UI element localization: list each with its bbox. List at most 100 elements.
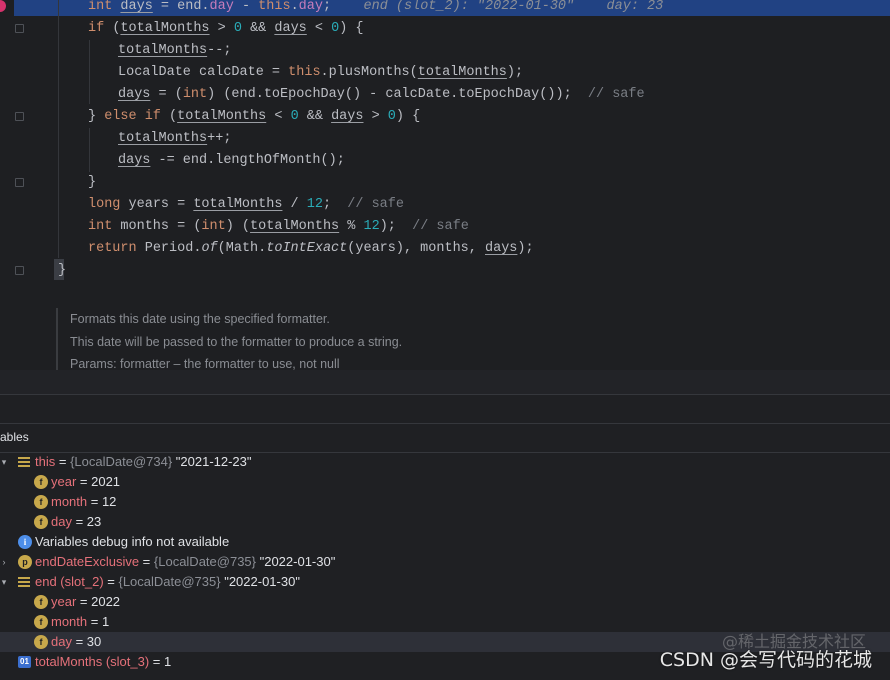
code-line[interactable]: LocalDate calcDate = this.plusMonths(tot… <box>118 62 523 84</box>
variable-value: = <box>55 454 71 469</box>
variable-type: {LocalDate@734} <box>70 454 173 469</box>
code-token: } <box>88 175 97 190</box>
code-token: days <box>118 87 151 102</box>
code-line[interactable]: totalMonths++; <box>118 128 231 150</box>
variable-label: Variables debug info not available <box>35 534 230 549</box>
code-token: Period. <box>144 241 202 256</box>
code-line[interactable]: } <box>88 172 96 194</box>
code-token: // safe <box>587 87 645 102</box>
variable-value: = 1 <box>149 654 172 669</box>
field-icon: f <box>34 495 48 509</box>
code-line[interactable]: int months = (int) (totalMonths % 12); /… <box>88 216 469 238</box>
variable-name: year = 2022 <box>51 592 120 612</box>
code-token: long <box>88 197 129 212</box>
code-token: > <box>209 21 234 36</box>
variable-name: month = 12 <box>51 492 116 512</box>
code-line[interactable]: if (totalMonths > 0 && days < 0) { <box>88 18 364 40</box>
code-token: / <box>282 197 307 212</box>
javadoc-render: Formats this date using the specified fo… <box>56 308 890 370</box>
variable-value: = 30 <box>71 634 102 649</box>
variable-label: year <box>51 474 77 489</box>
variables-panel-title: ables <box>0 430 29 444</box>
code-line[interactable]: return Period.of(Math.toIntExact(years),… <box>88 238 534 260</box>
code-token: end (slot_2): "2022-01-30" day: 23 <box>347 0 664 14</box>
variable-value: = 23 <box>71 514 102 529</box>
code-token: days <box>118 153 151 168</box>
variable-name: month = 1 <box>51 612 109 632</box>
code-token: 0 <box>387 109 396 124</box>
code-token: ); <box>506 65 524 80</box>
fold-marker[interactable] <box>15 178 24 187</box>
code-line[interactable]: days -= end.lengthOfMonth(); <box>118 150 345 172</box>
code-token: days <box>485 241 518 256</box>
code-token: of <box>201 241 218 256</box>
variable-row[interactable]: i Variables debug info not available <box>0 532 890 552</box>
divider <box>0 423 890 424</box>
doc-line: Formats this date using the specified fo… <box>70 312 330 326</box>
breakpoint-marker[interactable] <box>0 0 6 12</box>
variable-label: month <box>51 614 88 629</box>
variable-label: year <box>51 594 77 609</box>
code-token: ; <box>322 197 348 212</box>
code-token: day <box>209 0 234 14</box>
code-token: = end. <box>152 0 210 14</box>
code-line[interactable]: } <box>58 260 66 282</box>
code-editor[interactable]: int days = end.day - this.day; end (slot… <box>0 0 890 370</box>
indent-guide <box>58 0 59 258</box>
code-token: this <box>288 65 321 80</box>
variable-value: = 1 <box>87 614 110 629</box>
code-token: % <box>339 219 364 234</box>
code-line[interactable]: days = (int) (end.toEpochDay() - calcDat… <box>118 84 645 106</box>
debugger-toolbar <box>0 370 890 394</box>
variable-label: day <box>51 634 72 649</box>
variable-type: {LocalDate@735} <box>118 574 221 589</box>
code-token: -= end.lengthOfMonth(); <box>150 153 345 168</box>
code-token: int <box>88 0 121 14</box>
variable-value: = <box>139 554 154 569</box>
code-token: // safe <box>347 197 404 212</box>
variable-row[interactable]: f month = 12 <box>0 492 890 512</box>
indent-guide <box>89 40 90 104</box>
variable-row[interactable]: ▾ this = {LocalDate@734} "2021-12-23" <box>0 452 890 472</box>
info-icon: i <box>18 535 32 549</box>
code-token: } <box>88 109 105 124</box>
chevron-down-icon[interactable]: ▾ <box>0 452 9 472</box>
variable-row[interactable]: f year = 2021 <box>0 472 890 492</box>
variable-name: day = 30 <box>51 632 101 652</box>
editor-gutter[interactable] <box>0 0 14 370</box>
variable-row[interactable]: ▾ end (slot_2) = {LocalDate@735} "2022-01… <box>0 572 890 592</box>
field-icon: f <box>34 475 48 489</box>
variable-value: = <box>103 574 119 589</box>
chevron-right-icon[interactable]: › <box>0 552 9 572</box>
variable-label: month <box>51 494 88 509</box>
code-token: 12 <box>306 197 323 212</box>
code-token: ++; <box>207 131 232 146</box>
variable-row[interactable]: f day = 23 <box>0 512 890 532</box>
chevron-down-icon[interactable]: ▾ <box>0 572 9 592</box>
code-line[interactable]: int days = end.day - this.day; end (slot… <box>88 0 663 18</box>
fold-marker[interactable] <box>15 266 24 275</box>
code-line[interactable]: totalMonths--; <box>118 40 231 62</box>
code-line[interactable]: long years = totalMonths / 12; // safe <box>88 194 404 216</box>
code-token: LocalDate calcDate = <box>118 65 289 80</box>
fold-marker[interactable] <box>15 24 24 33</box>
code-token: (years), months, <box>347 241 485 256</box>
code-token: --; <box>207 43 232 58</box>
code-token: totalMonths <box>118 43 208 58</box>
code-token: 0 <box>331 21 340 36</box>
variable-row[interactable]: › p endDateExclusive = {LocalDate@735} "20… <box>0 552 890 572</box>
variable-string-value: "2021-12-23" <box>172 454 252 469</box>
code-token: totalMonths <box>417 65 507 80</box>
code-token: totalMonths <box>193 197 283 212</box>
code-token: < <box>306 21 332 36</box>
variable-row[interactable]: f year = 2022 <box>0 592 890 612</box>
variable-value: = 12 <box>87 494 117 509</box>
code-token: > <box>363 109 388 124</box>
code-token: - <box>233 0 259 14</box>
code-token: < <box>266 109 291 124</box>
field-icon: f <box>34 515 48 529</box>
code-token: (Math. <box>217 241 267 256</box>
fold-marker[interactable] <box>15 112 24 121</box>
code-line[interactable]: } else if (totalMonths < 0 && days > 0) … <box>88 106 420 128</box>
code-token: ( <box>169 109 178 124</box>
